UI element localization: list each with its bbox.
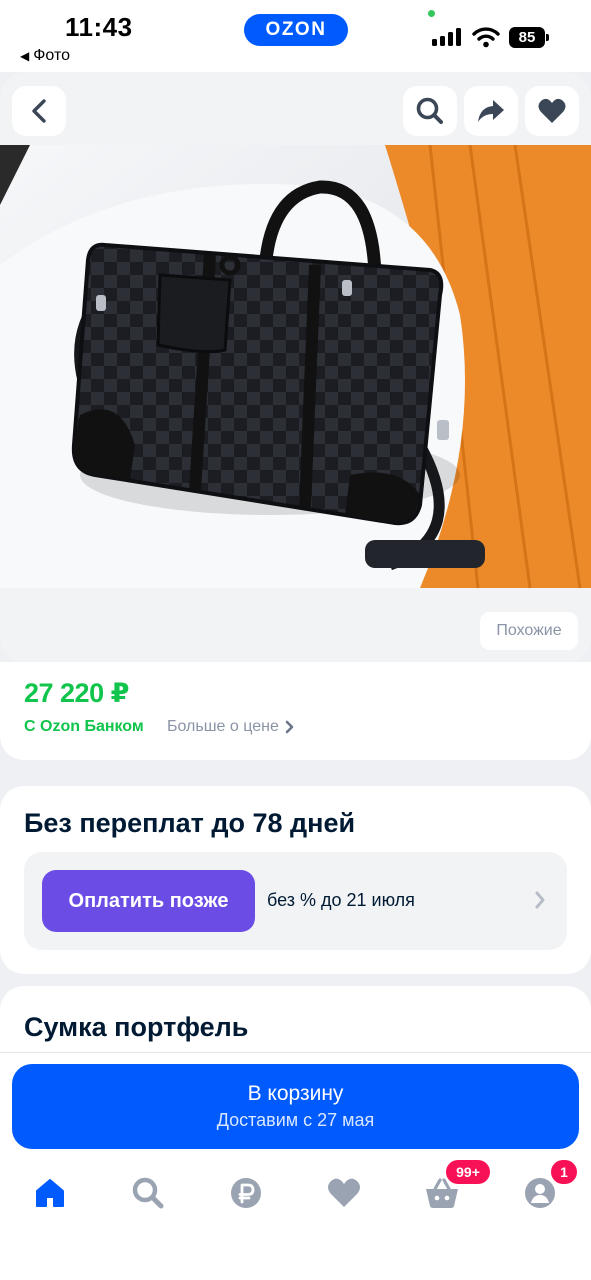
search-icon — [132, 1177, 164, 1209]
bottom-panel: В корзину Доставим с 27 мая — [0, 1052, 591, 1280]
delivery-date: Доставим с 27 мая — [216, 1110, 375, 1130]
add-to-cart-button[interactable]: В корзину Доставим с 27 мая — [12, 1064, 579, 1149]
wifi-icon — [472, 27, 500, 48]
share-button[interactable] — [464, 86, 518, 136]
product-gallery-card: Похожие — [0, 72, 591, 662]
share-arrow-icon — [478, 100, 504, 122]
status-bar: 11:43 ◀ Фото OZON 85 — [0, 0, 591, 72]
home-icon — [36, 1179, 64, 1207]
back-triangle-icon: ◀ — [20, 49, 30, 63]
tab-search[interactable] — [128, 1173, 168, 1213]
chevron-right-icon — [535, 891, 545, 909]
heart-icon — [328, 1178, 360, 1207]
profile-icon — [525, 1178, 555, 1208]
battery-indicator: 85 — [509, 27, 549, 48]
tab-home[interactable] — [30, 1173, 70, 1213]
more-about-price-link[interactable]: Больше о цене — [167, 718, 295, 736]
tab-favorites[interactable] — [324, 1173, 364, 1213]
pay-later-button[interactable]: Оплатить позже — [42, 870, 255, 932]
privacy-indicator — [428, 10, 435, 17]
product-title: Сумка портфель — [24, 1012, 249, 1042]
back-button[interactable] — [12, 86, 66, 136]
search-icon — [416, 97, 443, 124]
add-to-cart-label: В корзину — [247, 1082, 344, 1105]
chevron-right-icon — [285, 720, 294, 734]
favorite-button[interactable] — [525, 86, 579, 136]
search-button[interactable] — [403, 86, 457, 136]
price-card: 27 220 ₽ С Ozon Банком Больше о цене — [0, 662, 591, 760]
product-photo[interactable] — [0, 145, 591, 588]
profile-notification-badge: 1 — [551, 1160, 577, 1184]
chevron-left-icon — [32, 99, 46, 123]
ozon-bank-label: С Ozon Банком — [24, 718, 144, 735]
more-about-price-label: Больше о цене — [167, 718, 279, 735]
tab-bar: 99+ 1 — [0, 1160, 591, 1218]
back-to-app-link[interactable]: ◀ Фото — [20, 47, 70, 65]
ruble-coin-icon — [231, 1178, 261, 1208]
price-value: 27 220 ₽ — [24, 678, 129, 708]
clock: 11:43 — [65, 12, 133, 42]
pay-later-row[interactable]: Оплатить позже без % до 21 июля — [24, 852, 567, 950]
installments-card: Без переплат до 78 дней Оплатить позже б… — [0, 786, 591, 974]
brand-pill: OZON — [244, 14, 348, 46]
installment-terms: без % до 21 июля — [267, 890, 415, 910]
installments-title: Без переплат до 78 дней — [24, 808, 356, 838]
back-app-label: Фото — [33, 47, 70, 64]
similar-button[interactable]: Похожие — [480, 612, 578, 650]
cellular-signal-icon — [432, 28, 461, 46]
cart-count-badge: 99+ — [446, 1160, 490, 1184]
heart-icon — [538, 98, 566, 123]
tab-finance[interactable] — [226, 1173, 266, 1213]
